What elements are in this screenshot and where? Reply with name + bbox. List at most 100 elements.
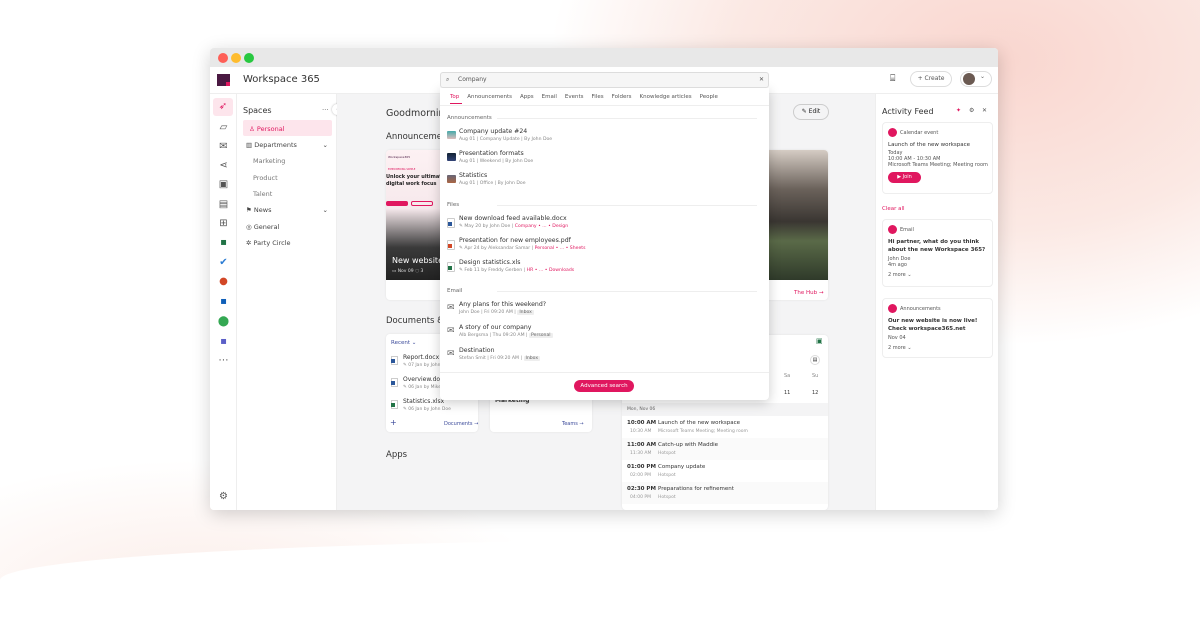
sidebar-item-talent[interactable]: Talent — [253, 190, 272, 198]
tab-events[interactable]: Events — [565, 94, 584, 100]
result-meta: Aug 01 | Weekend | By John Doe — [459, 159, 534, 164]
join-button[interactable]: ▶ Join — [888, 172, 921, 183]
announcement-thumbnail — [447, 175, 456, 183]
calendar-icon[interactable]: ▣ — [816, 337, 823, 345]
more-icon[interactable]: ⋯ — [216, 353, 231, 368]
close-icon[interactable]: ✕ — [982, 107, 987, 114]
date-cell[interactable]: 11 — [784, 390, 790, 396]
calendar-event[interactable]: 01:00 PM 02:00 PM Company update Hotspot — [622, 460, 828, 482]
result-title: Any plans for this weekend? — [459, 301, 547, 308]
file-path-link[interactable]: Company • ... • Design — [515, 224, 568, 229]
sidebar-item-party-circle[interactable]: ✲ Party Circle — [246, 239, 291, 247]
clear-search-icon[interactable]: ✕ — [759, 76, 764, 83]
calendar-icon[interactable]: ▤ — [216, 197, 231, 212]
result-meta: ✎ Feb 11 by Freddy Gerben | HR • ... • D… — [459, 268, 575, 273]
sidebar-item-general[interactable]: ◎ General — [246, 223, 279, 231]
sidebar-item-label: General — [253, 223, 280, 231]
tab-announcements[interactable]: Announcements — [467, 94, 512, 100]
gift-icon[interactable]: ⌸ — [890, 74, 895, 84]
outlook-icon[interactable]: ▪ — [216, 294, 231, 309]
sidebar-item-marketing[interactable]: Marketing — [253, 157, 285, 165]
tab-folders[interactable]: Folders — [612, 94, 632, 100]
clear-all-link[interactable]: Clear all — [882, 206, 905, 212]
calendar-event[interactable]: 10:00 AM 10:30 AM Launch of the new worksp… — [622, 416, 828, 438]
maps-icon[interactable]: ⬤ — [216, 314, 231, 329]
file-path-link[interactable]: Personal • ... • Sheets — [535, 246, 586, 251]
folder-tag: Personal — [529, 333, 553, 338]
feed-card-email[interactable]: Email Hi partner, what do you think abou… — [882, 219, 993, 287]
spaces-sidebar: Spaces … ‹ ♙ Personal ▥ Departments⌄ Mar… — [237, 94, 343, 510]
excel-icon[interactable]: ▪ — [216, 235, 231, 250]
folder-icon[interactable]: ▱ — [216, 120, 231, 135]
apps-title: Apps — [386, 450, 408, 460]
calendar-event[interactable]: 11:00 AM 11:30 AM Catch-up with Maddie Hots… — [622, 438, 828, 460]
more-toggle[interactable]: 2 more ⌄ — [888, 345, 987, 351]
event-location: Hotspot — [658, 451, 676, 456]
event-end: 04:00 PM — [630, 495, 651, 500]
announcement-card-new-website[interactable]: Workspace365 EMPOWERING SIMPLE Unlock yo… — [386, 150, 446, 280]
logo-icon — [217, 74, 230, 86]
section-email: Email — [447, 288, 763, 294]
spaces-more-icon[interactable]: … — [322, 104, 329, 112]
rocket-icon[interactable]: ➶ — [213, 98, 233, 116]
the-hub-link[interactable]: The Hub → — [794, 290, 823, 296]
advanced-search-button[interactable]: Advanced search — [574, 380, 634, 392]
teams-icon[interactable]: ▪ — [216, 334, 231, 349]
event-end: 10:30 AM — [630, 429, 652, 434]
sidebar-item-news[interactable]: ⚑ News ⌄ — [246, 206, 328, 214]
todo-icon[interactable]: ✔ — [216, 255, 231, 270]
user-menu[interactable]: ⌄ — [960, 71, 992, 87]
share-icon[interactable]: ⋖ — [216, 158, 231, 173]
more-toggle[interactable]: 2 more ⌄ — [888, 272, 987, 278]
close-window-button[interactable] — [218, 53, 228, 63]
tab-apps[interactable]: Apps — [520, 94, 534, 100]
settings-icon[interactable]: ⚙ — [216, 489, 231, 504]
sidebar-item-personal[interactable]: ♙ Personal — [243, 120, 332, 136]
result-meta: John Doe | Fri 09:20 AM | Inbox — [459, 310, 534, 315]
date-cell[interactable]: 12 — [812, 390, 818, 396]
event-end: 02:00 PM — [630, 473, 651, 478]
event-end: 11:30 AM — [630, 451, 652, 456]
pin-icon[interactable]: ✦ — [956, 107, 961, 114]
excel-file-icon — [447, 262, 455, 272]
banner-brand: Workspace365 — [388, 155, 411, 159]
result-title: Presentation for new employees.pdf — [459, 237, 571, 244]
folder-tag: Inbox — [523, 356, 541, 361]
section-announcements: Announcements — [447, 115, 756, 121]
file-path-link[interactable]: HR • ... • Downloads — [527, 268, 575, 273]
settings-icon[interactable]: ⚙ — [969, 107, 974, 114]
mail-icon[interactable]: ✉ — [216, 139, 231, 154]
edit-button[interactable]: ✎ Edit — [793, 104, 829, 120]
feed-card-calendar-event[interactable]: Calendar event Launch of the new workspa… — [882, 122, 993, 194]
teams-link[interactable]: Teams → — [562, 421, 584, 427]
tab-email[interactable]: Email — [542, 94, 557, 100]
date-picker-button[interactable]: ▤ — [810, 355, 820, 365]
word-file-icon — [391, 378, 398, 387]
contacts-icon[interactable]: ▣ — [216, 177, 231, 192]
tab-people[interactable]: People — [700, 94, 718, 100]
sidebar-item-departments[interactable]: ▥ Departments ⌄ — [246, 141, 328, 149]
tab-files[interactable]: Files — [592, 94, 604, 100]
event-title: Catch-up with Maddie — [658, 442, 719, 448]
minimize-window-button[interactable] — [231, 53, 241, 63]
document-meta: ✎ 06 Jan by Mike — [403, 385, 442, 390]
tab-knowledge-articles[interactable]: Knowledge articles — [639, 94, 691, 100]
search-input[interactable]: ⌕ Company ✕ — [440, 72, 769, 88]
maximize-window-button[interactable] — [244, 53, 254, 63]
tab-top[interactable]: Top — [450, 94, 459, 100]
apps-grid-icon[interactable]: ⊞ — [216, 216, 231, 231]
recent-dropdown[interactable]: Recent ⌄ — [391, 340, 416, 346]
document-name: Statistics.xlsx — [403, 398, 445, 405]
feed-card-announcement[interactable]: Announcements Our new website is now liv… — [882, 298, 993, 358]
chevron-down-icon: ⌄ — [980, 73, 986, 80]
calendar-event[interactable]: 02:30 PM 04:00 PM Preparations for refinem… — [622, 482, 828, 504]
feed-announcement-date: Nov 04 — [888, 335, 906, 341]
office-icon[interactable]: ● — [216, 274, 231, 289]
documents-link[interactable]: Documents → — [444, 421, 478, 427]
create-button[interactable]: + Create — [910, 71, 952, 87]
sidebar-item-label: Personal — [256, 125, 285, 133]
announcement-image-office[interactable] — [768, 150, 828, 280]
sidebar-item-product[interactable]: Product — [253, 174, 278, 182]
add-document-button[interactable]: + — [390, 418, 397, 427]
sidebar-item-label: Departments — [254, 141, 297, 149]
